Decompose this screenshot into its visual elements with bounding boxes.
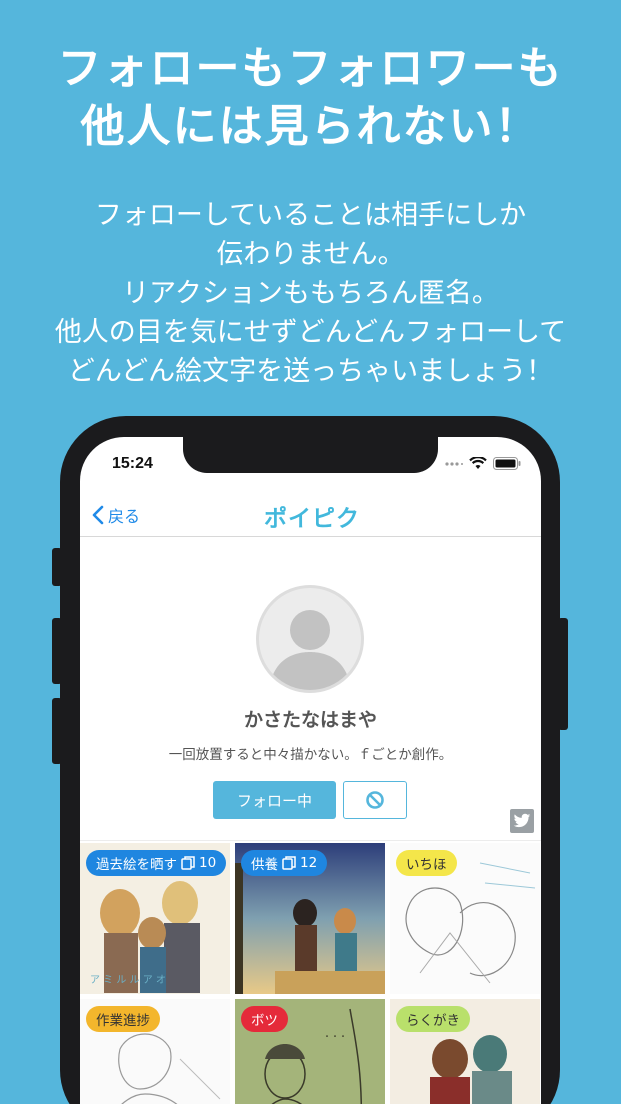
- illustration-tile[interactable]: ・・・ ボツ: [235, 999, 385, 1104]
- wifi-icon: [469, 457, 487, 469]
- signal-icon: [445, 461, 463, 466]
- description: フォローしていることは相手にしか 伝わりません。 リアクションももちろん匿名。 …: [0, 196, 621, 391]
- description-line-4: 他人の目を気にせずどんどんフォローして: [54, 317, 567, 348]
- illustration-tile[interactable]: いちほ: [390, 843, 540, 994]
- svg-text:ア ミ ル ル ア オ: ア ミ ル ル ア オ: [90, 974, 166, 986]
- tag-label: 作業進捗: [96, 1013, 150, 1029]
- multiple-images-icon: [181, 856, 195, 870]
- tag-badge: ボツ: [241, 1006, 288, 1032]
- tag-badge: 過去絵を晒す 10: [86, 850, 227, 876]
- back-label: 戻る: [108, 507, 141, 526]
- description-line-2: 伝わりません。: [216, 239, 405, 270]
- tag-badge: いちほ: [396, 850, 457, 876]
- app-logo: ポイピク: [264, 506, 360, 532]
- tag-badge: 供養 12: [241, 850, 328, 876]
- profile-name: かさたなはまや: [243, 709, 377, 731]
- notch: [183, 437, 438, 473]
- tag-badge: らくがき: [396, 1006, 470, 1032]
- description-line-5: どんどん絵文字を送っちゃいましょう！: [67, 356, 554, 387]
- back-button[interactable]: 戻る: [92, 503, 140, 527]
- tag-label: 過去絵を晒す: [96, 857, 177, 873]
- image-count: 10: [199, 855, 217, 871]
- phone-screen: 15:24 戻る ポイピク かさたなはまや 一回放置すると中々描かない。ｆごとか…: [80, 437, 541, 1104]
- twitter-icon: [513, 813, 531, 828]
- status-icons: [445, 457, 521, 470]
- tag-label: 供養: [251, 857, 278, 873]
- divider: [80, 840, 541, 841]
- multiple-images-icon: [282, 856, 296, 870]
- headline-line-2: 他人には見られない！: [80, 101, 541, 152]
- chevron-left-icon: [92, 505, 104, 525]
- illustration-tile[interactable]: 作業進捗: [80, 999, 230, 1104]
- tag-label: ボツ: [251, 1013, 278, 1029]
- navigation-bar: 戻る ポイピク: [80, 493, 541, 537]
- block-button[interactable]: [343, 781, 407, 819]
- tag-badge: 作業進捗: [86, 1006, 160, 1032]
- tag-label: らくがき: [406, 1013, 460, 1029]
- illustration-tile[interactable]: らくがき: [390, 999, 540, 1104]
- illustration-tile[interactable]: 供養 12: [235, 843, 385, 994]
- illustration-tile[interactable]: ア ミ ル ル ア オ 過去絵を晒す 10: [80, 843, 230, 994]
- description-line-3: リアクションももちろん匿名。: [122, 278, 499, 309]
- status-time: 15:24: [112, 455, 153, 472]
- battery-icon: [493, 457, 521, 470]
- twitter-button[interactable]: [510, 809, 534, 833]
- following-button[interactable]: フォロー中: [213, 781, 336, 819]
- tag-label: いちほ: [406, 857, 447, 873]
- description-line-1: フォローしていることは相手にしか: [94, 200, 527, 231]
- headline-line-1: フォローもフォロワーも: [57, 43, 564, 94]
- avatar[interactable]: [256, 585, 364, 693]
- headline: フォローもフォロワーも 他人には見られない！: [0, 40, 621, 156]
- default-user-icon: [269, 610, 351, 690]
- profile-bio: 一回放置すると中々描かない。ｆごとか創作。: [168, 747, 453, 763]
- svg-text:・・・: ・・・: [323, 1032, 347, 1041]
- block-icon: [366, 791, 384, 809]
- image-count: 12: [300, 855, 318, 871]
